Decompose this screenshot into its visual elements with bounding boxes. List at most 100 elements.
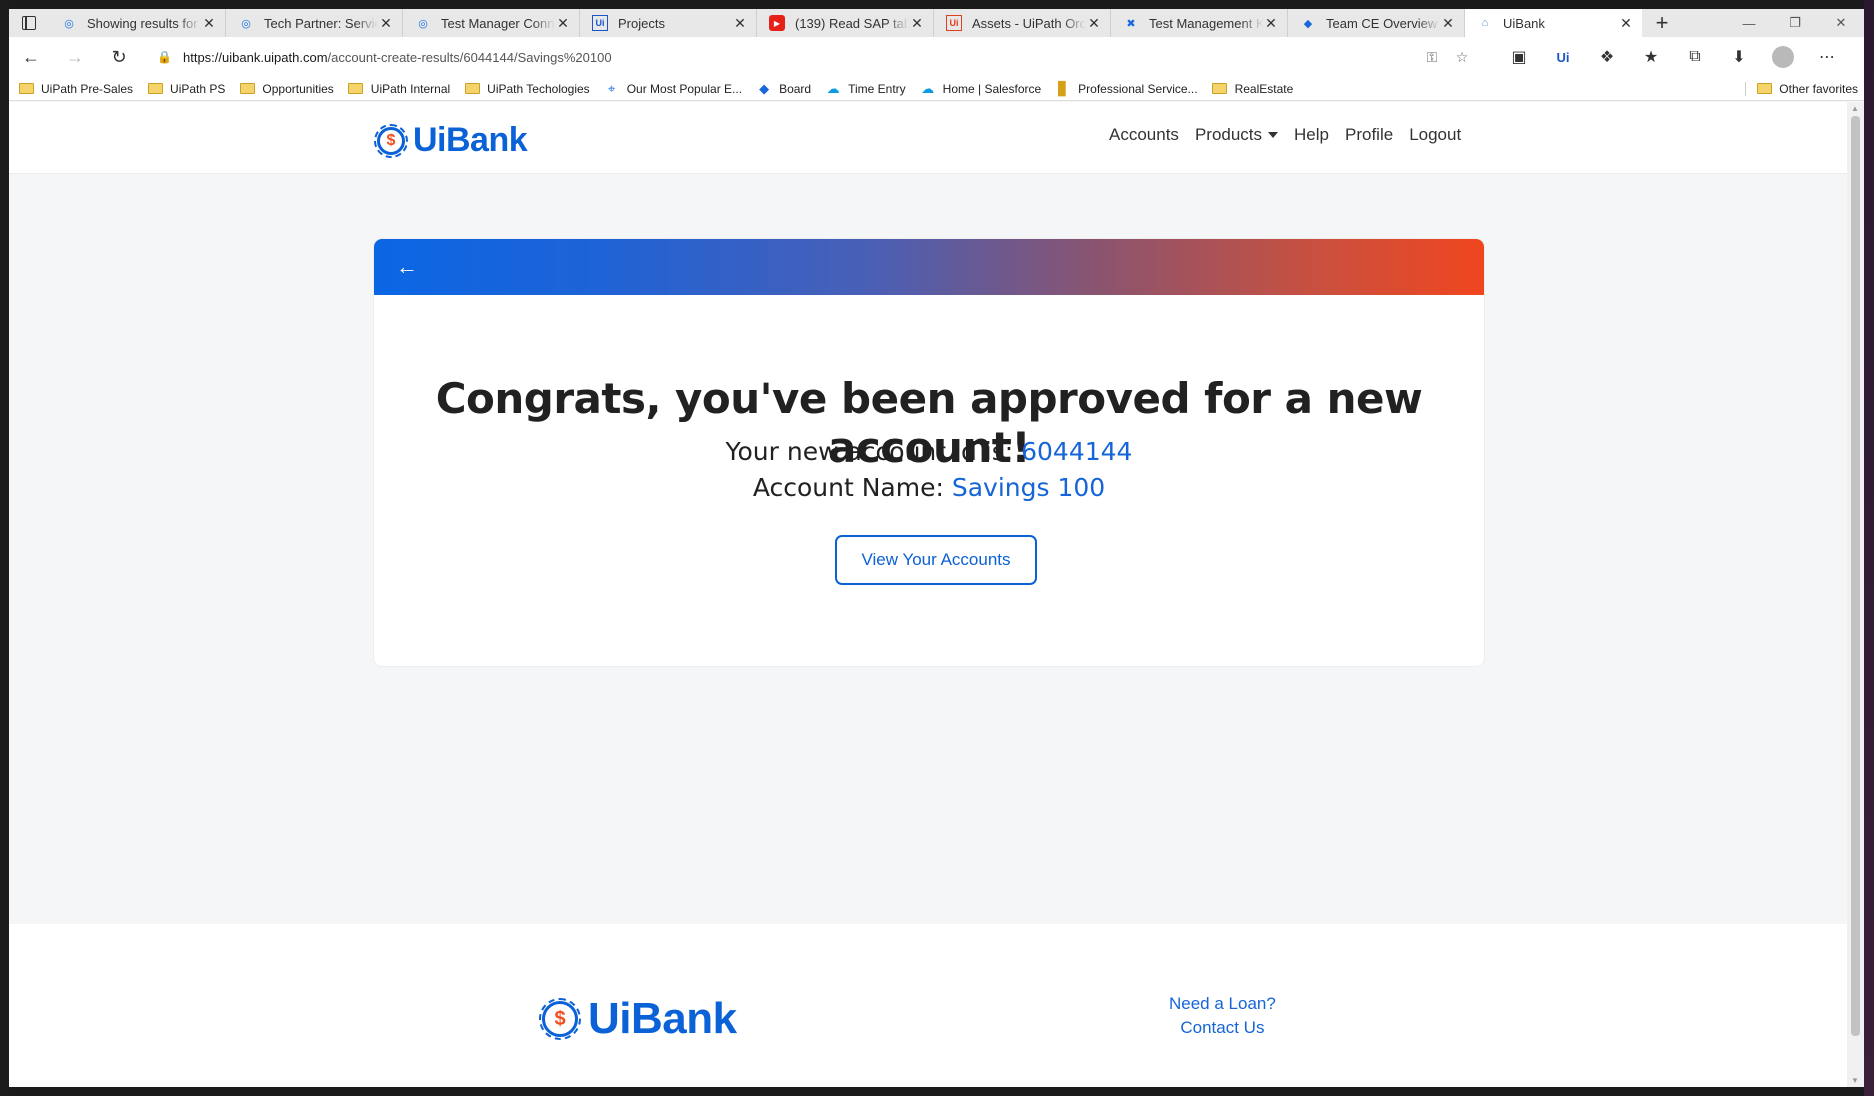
tab-close-icon[interactable]: ✕ bbox=[1263, 15, 1279, 32]
back-button[interactable]: ← bbox=[9, 37, 53, 77]
bookmark-label: Our Most Popular E... bbox=[626, 81, 743, 96]
scrollbar-thumb[interactable] bbox=[1851, 116, 1860, 1036]
key-icon[interactable]: ⚿ bbox=[1417, 49, 1447, 66]
tab-actions-button[interactable] bbox=[9, 9, 49, 37]
bookmark-item[interactable]: ⌖ Our Most Popular E... bbox=[604, 80, 743, 96]
bookmark-item[interactable]: ☁ Home | Salesforce bbox=[920, 80, 1041, 96]
tab-close-icon[interactable]: ✕ bbox=[555, 15, 571, 32]
bookmarks-bar: UiPath Pre-Sales UiPath PS Opportunities Ui… bbox=[9, 77, 1864, 101]
profile-button[interactable] bbox=[1761, 37, 1805, 77]
minimize-button[interactable]: — bbox=[1726, 9, 1772, 37]
tab-close-icon[interactable]: ✕ bbox=[909, 15, 925, 32]
footer-logo[interactable]: $ UiBank bbox=[539, 994, 737, 1044]
bookmark-label: UiPath Pre-Sales bbox=[41, 81, 134, 96]
favorites-icon[interactable]: ★ bbox=[1629, 37, 1673, 77]
bookmark-list: UiPath Pre-Sales UiPath PS Opportunities Ui… bbox=[18, 80, 1307, 96]
nav-help[interactable]: Help bbox=[1294, 125, 1329, 145]
bookmark-item[interactable]: ☁ Time Entry bbox=[825, 81, 906, 96]
site-header: $ UiBank Accounts Products Help Profile … bbox=[9, 102, 1847, 174]
browser-tab[interactable]: Ui Assets - UiPath Orche✕ bbox=[934, 9, 1111, 37]
desktop-edge-right bbox=[1864, 0, 1874, 1096]
tab-close-icon[interactable]: ✕ bbox=[201, 15, 217, 32]
downloads-icon[interactable]: ⬇ bbox=[1717, 37, 1761, 77]
bookmark-label: Other favorites bbox=[1779, 81, 1858, 96]
add-favorite-icon[interactable]: ☆ bbox=[1447, 49, 1477, 66]
account-id-line: Your new account id is: 6044144 bbox=[374, 437, 1484, 466]
nav-accounts[interactable]: Accounts bbox=[1109, 125, 1179, 145]
uipath-swirl-icon: ◎ bbox=[241, 17, 251, 30]
avatar-icon bbox=[1772, 46, 1794, 68]
jira-icon: ◆ bbox=[1303, 17, 1313, 30]
youtube-icon: ▶ bbox=[769, 15, 785, 31]
browser-tab[interactable]: Ui Projects ✕ bbox=[580, 9, 757, 37]
bookmark-label: RealEstate bbox=[1234, 81, 1294, 96]
folder-icon bbox=[239, 83, 255, 95]
bookmark-item[interactable]: UiPath Internal bbox=[348, 82, 450, 96]
main-nav: Accounts Products Help Profile Logout bbox=[1109, 125, 1477, 145]
lock-icon[interactable]: 🔒 bbox=[157, 50, 172, 64]
nav-logout[interactable]: Logout bbox=[1409, 125, 1461, 145]
extension-icon[interactable]: ▣ bbox=[1497, 37, 1541, 77]
address-host: https://uibank.uipath.com bbox=[183, 49, 328, 65]
bookmark-item[interactable]: Opportunities bbox=[239, 82, 334, 96]
tab-close-icon[interactable]: ✕ bbox=[732, 15, 748, 32]
reload-button[interactable]: ↻ bbox=[97, 37, 141, 77]
tab-title: Test Manager Connec bbox=[441, 15, 555, 31]
back-arrow-icon[interactable]: ← bbox=[396, 256, 418, 278]
address-bar[interactable]: 🔒 https://uibank.uipath.com/account-crea… bbox=[147, 42, 1487, 72]
tab-close-icon[interactable]: ✕ bbox=[378, 15, 394, 32]
nav-profile[interactable]: Profile bbox=[1345, 125, 1393, 145]
nav-products[interactable]: Products bbox=[1195, 125, 1279, 145]
caret-down-icon bbox=[1268, 132, 1279, 138]
salesforce-icon: ☁ bbox=[921, 80, 935, 96]
address-path: /account-create-results/6044144/Savings%… bbox=[327, 49, 612, 65]
scroll-down-icon[interactable]: ▼ bbox=[1851, 1076, 1859, 1085]
footer-links: Need a Loan? Contact Us bbox=[1169, 992, 1276, 1040]
bookmark-item[interactable]: UiPath Techologies bbox=[464, 82, 590, 96]
uipath-swirl-icon: ◎ bbox=[64, 17, 74, 30]
browser-tab[interactable]: ▶ (139) Read SAP table ✕ bbox=[757, 9, 934, 37]
folder-icon bbox=[18, 83, 34, 95]
collections-icon[interactable]: ⧉ bbox=[1673, 37, 1717, 77]
tab-close-icon[interactable]: ✕ bbox=[1618, 15, 1634, 32]
uipath-orchestrator-icon: Ui bbox=[946, 15, 962, 31]
browser-tab[interactable]: ◎ Test Manager Connec✕ bbox=[403, 9, 580, 37]
contact-us-link[interactable]: Contact Us bbox=[1169, 1016, 1276, 1040]
browser-tab[interactable]: ✖ Test Management Ki ✕ bbox=[1111, 9, 1288, 37]
dollar-coin-icon: $ bbox=[539, 998, 581, 1040]
bookmark-other-favorites[interactable]: Other favorites bbox=[1745, 81, 1858, 96]
puzzle-icon[interactable]: ❖ bbox=[1585, 37, 1629, 77]
tab-close-icon[interactable]: ✕ bbox=[1440, 15, 1456, 32]
bookmark-item[interactable]: ▊ Professional Service... bbox=[1055, 81, 1197, 96]
uibank-logo[interactable]: $ UiBank bbox=[374, 121, 528, 160]
bookmark-item[interactable]: UiPath Pre-Sales bbox=[18, 82, 133, 96]
account-name-label: Account Name: bbox=[752, 473, 944, 502]
page-scrollbar[interactable]: ▲ ▼ bbox=[1847, 102, 1864, 1087]
bookmark-item[interactable]: RealEstate bbox=[1212, 81, 1294, 96]
window-controls: — ❐ ✕ bbox=[1726, 9, 1864, 37]
new-tab-button[interactable]: + bbox=[1642, 9, 1682, 37]
map-pin-icon: ⌖ bbox=[608, 80, 616, 96]
restore-button[interactable]: ❐ bbox=[1772, 9, 1818, 37]
uipath-extension-icon[interactable]: Ui bbox=[1541, 37, 1585, 77]
tab-actions-icon bbox=[22, 16, 36, 30]
browser-tab[interactable]: ◆ Team CE Overview - ✕ bbox=[1288, 9, 1465, 37]
tab-close-icon[interactable]: ✕ bbox=[1086, 15, 1102, 32]
toolbar-icons: ▣ Ui ❖ ★ ⧉ ⬇ ⋯ bbox=[1497, 37, 1849, 77]
browser-tab[interactable]: ◎ Showing results for " ✕ bbox=[49, 9, 226, 37]
forward-button[interactable]: → bbox=[53, 37, 97, 77]
scroll-up-icon[interactable]: ▲ bbox=[1851, 104, 1859, 113]
close-window-button[interactable]: ✕ bbox=[1818, 9, 1864, 37]
bookmark-item[interactable]: ◆ Board bbox=[756, 81, 811, 96]
bookmark-item[interactable]: UiPath PS bbox=[147, 82, 225, 96]
browser-tab[interactable]: ◎ Tech Partner: ServiceN✕ bbox=[226, 9, 403, 37]
account-name-value: Savings 100 bbox=[951, 473, 1106, 502]
view-accounts-button[interactable]: View Your Accounts bbox=[835, 535, 1037, 585]
more-menu-icon[interactable]: ⋯ bbox=[1805, 37, 1849, 77]
need-loan-link[interactable]: Need a Loan? bbox=[1169, 992, 1276, 1016]
folder-icon bbox=[464, 83, 480, 95]
bookmark-label: UiPath Internal bbox=[370, 81, 451, 96]
address-url[interactable]: https://uibank.uipath.com/account-create… bbox=[183, 50, 1417, 65]
browser-tab[interactable]: ⌂ UiBank ✕ bbox=[1465, 9, 1642, 37]
folder-icon bbox=[147, 83, 163, 95]
